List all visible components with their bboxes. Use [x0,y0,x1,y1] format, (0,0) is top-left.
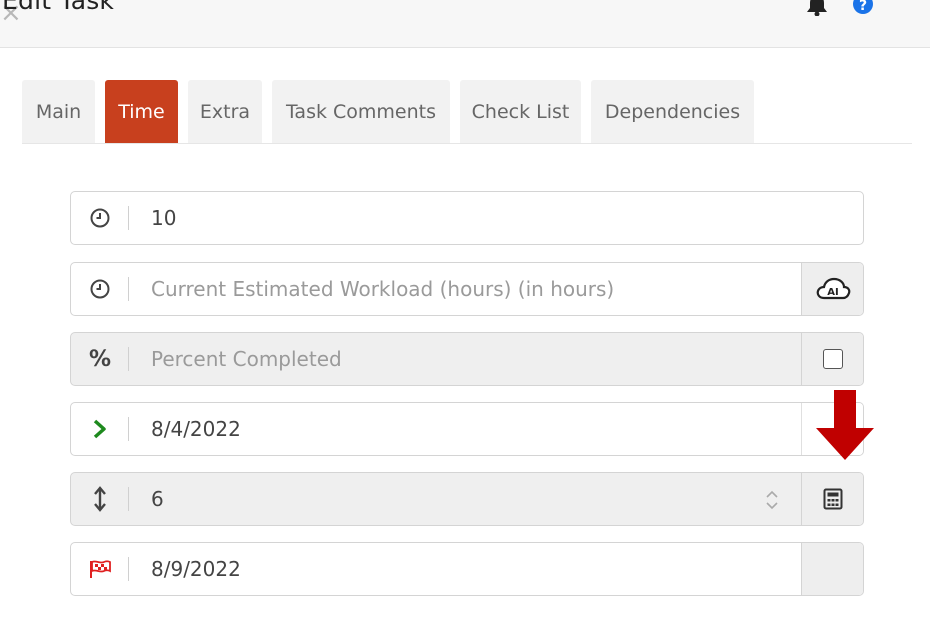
vertical-arrows-icon [71,473,129,525]
bell-icon[interactable] [805,0,829,16]
end-date-addon [801,543,863,595]
start-date-value[interactable]: 8/4/2022 [151,403,241,455]
chevron-right-icon [71,403,129,455]
tab-task-comments[interactable]: Task Comments [272,80,450,143]
help-icon[interactable]: ? [851,0,875,16]
current-estimated-workload-placeholder[interactable]: Current Estimated Workload (hours) (in h… [151,263,614,315]
percent-completed-field[interactable]: % Percent Completed [70,332,864,386]
calculator-icon [823,488,842,510]
start-date-field[interactable]: 8/4/2022 [70,402,864,456]
planned-workload-field[interactable]: 10 [70,191,864,245]
planned-workload-value[interactable]: 10 [151,192,176,244]
percent-completed-placeholder[interactable]: Percent Completed [151,333,342,385]
close-icon[interactable]: × [0,0,930,26]
flag-icon [71,543,129,595]
end-date-field[interactable]: 8/9/2022 [70,542,864,596]
calculator-button[interactable] [801,473,863,525]
duration-value[interactable]: 6 [151,473,164,525]
tab-time[interactable]: Time [105,80,178,143]
end-date-value[interactable]: 8/9/2022 [151,543,241,595]
tab-bar: Main Time Extra Task Comments Check List… [22,80,912,144]
number-spinner-icon[interactable] [765,488,779,512]
current-estimated-workload-field[interactable]: Current Estimated Workload (hours) (in h… [70,262,864,316]
tab-dependencies[interactable]: Dependencies [591,80,754,143]
percent-icon: % [71,333,129,385]
down-arrow-annotation-icon [816,390,874,460]
modal-title: Edit Task [2,0,115,15]
tab-main[interactable]: Main [22,80,95,143]
percent-completed-checkbox[interactable] [822,349,843,369]
percent-completed-checkbox-addon[interactable] [801,333,863,385]
tab-check-list[interactable]: Check List [460,80,581,143]
duration-field[interactable]: 6 [70,472,864,526]
ai-cloud-icon: AI [816,277,850,300]
svg-text:AI: AI [827,287,838,298]
clock-icon [71,263,129,315]
clock-icon [71,192,129,244]
tab-extra[interactable]: Extra [188,80,262,143]
svg-text:?: ? [859,0,867,14]
ai-estimate-button[interactable]: AI [801,263,863,315]
modal-header: Edit Task ? × [0,0,930,48]
